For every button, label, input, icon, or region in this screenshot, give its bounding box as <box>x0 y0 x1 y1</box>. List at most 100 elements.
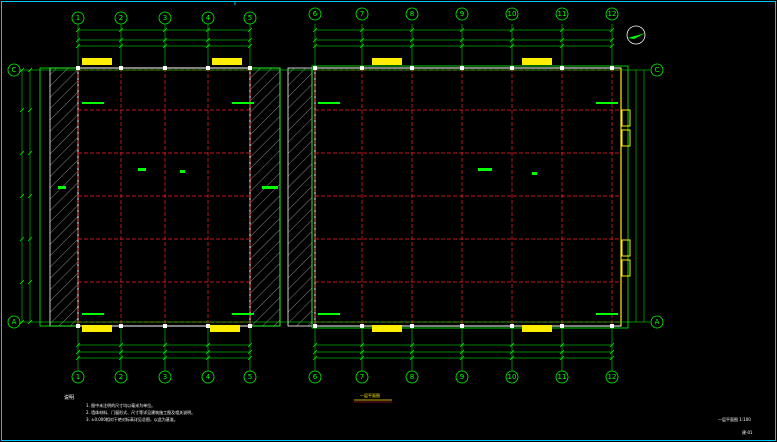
column-marker <box>460 324 464 328</box>
column-marker <box>76 324 80 328</box>
axis-bubble-label: 4 <box>206 14 211 22</box>
axis-bubble-label: 6 <box>313 373 318 381</box>
elev-tag-8 <box>596 313 618 315</box>
column-marker <box>163 324 167 328</box>
axis-bubble-label: 8 <box>410 10 414 18</box>
mid-hatch-zone <box>287 67 313 327</box>
axis-bubble-row-c-right: C <box>650 63 664 77</box>
axis-bubble-bottom-right: 8 <box>405 370 419 384</box>
axis-bubble-label: 5 <box>248 373 252 381</box>
column-marker <box>610 324 614 328</box>
right-building-outline <box>311 65 629 329</box>
axis-bubble-label: 2 <box>119 14 123 22</box>
axis-bubble-bottom-left: 2 <box>114 370 128 384</box>
left-hatch-zone-east <box>249 67 281 327</box>
elev-tag-4 <box>596 102 618 104</box>
marker-left <box>180 170 185 173</box>
axis-bubble-row-a-right: A <box>650 315 664 329</box>
axis-bubble-label: 9 <box>460 10 464 18</box>
axis-bubble-top-left: 1 <box>71 11 85 25</box>
axis-bubble-label: 8 <box>410 373 414 381</box>
axis-bubble-label: 5 <box>248 14 252 22</box>
axis-bubble-top-right: 8 <box>405 7 419 21</box>
axis-bubble-label: 11 <box>558 373 567 381</box>
axis-bubble-top-right: 7 <box>355 7 369 21</box>
elev-tag-2 <box>232 102 254 104</box>
right-building-inner-wall <box>314 67 622 327</box>
axis-bubble-bottom-right: 12 <box>605 370 619 384</box>
door-east-1 <box>621 109 631 127</box>
door-east-4 <box>621 259 631 277</box>
cad-floor-plan-drawing: 1 2 3 4 5 6 7 8 9 10 11 121 2 3 4 5 6 7 8 9 10 11 12CACA 说明 1.… <box>1 1 776 441</box>
axis-bubble-label: A <box>12 318 17 326</box>
column-marker <box>206 324 210 328</box>
page-ref: 建-01 <box>742 429 753 435</box>
axis-bubble-top-left: 4 <box>201 11 215 25</box>
axis-bubble-bottom-right: 9 <box>455 370 469 384</box>
axis-bubble-label: 2 <box>119 373 123 381</box>
column-marker <box>460 66 464 70</box>
left-building-inner-wall <box>77 67 251 327</box>
axis-bubble-label: 1 <box>76 373 80 381</box>
column-marker <box>119 66 123 70</box>
door-east-2 <box>621 129 631 147</box>
room-label-stair <box>262 186 278 189</box>
column-marker <box>560 66 564 70</box>
axis-bubble-top-left: 2 <box>114 11 128 25</box>
column-marker <box>206 66 210 70</box>
axis-bubble-top-right: 12 <box>605 7 619 21</box>
room-label-west <box>58 186 66 189</box>
window-top-1 <box>82 58 112 65</box>
column-marker <box>248 66 252 70</box>
window-bottom-2 <box>210 325 240 332</box>
elev-tag-3 <box>318 102 340 104</box>
column-marker <box>76 66 80 70</box>
column-marker <box>360 324 364 328</box>
axis-bubble-bottom-right: 6 <box>308 370 322 384</box>
note-line-2: 2. 墙体材料、门窗形式、尺寸等详见建筑施工图及相关说明。 <box>86 409 195 415</box>
elev-tag-1 <box>82 102 104 104</box>
window-bottom-1 <box>82 325 112 332</box>
axis-bubble-bottom-left: 5 <box>243 370 257 384</box>
column-marker <box>610 66 614 70</box>
axis-bubble-top-left: 3 <box>158 11 172 25</box>
sheet-title: 一层平面图 1:100 <box>718 416 751 422</box>
axis-bubble-top-right: 9 <box>455 7 469 21</box>
axis-bubble-row-a-left: A <box>7 315 21 329</box>
axis-bubble-label: 10 <box>508 373 517 381</box>
axis-grid <box>77 24 621 371</box>
elev-tag-6 <box>232 313 254 315</box>
room-label-left <box>138 168 146 171</box>
marker-right <box>532 172 537 175</box>
axis-bubble-bottom-right: 11 <box>555 370 569 384</box>
elev-tag-5 <box>82 313 104 315</box>
column-marker <box>360 66 364 70</box>
axis-bubble-label: 7 <box>360 10 364 18</box>
note-line-3: 3. ±0.000相对于绝对标高详见总图，以此为基准。 <box>86 416 178 422</box>
dimension-chains <box>19 27 645 361</box>
axis-bubble-bottom-left: 1 <box>71 370 85 384</box>
column-marker <box>163 66 167 70</box>
column-marker <box>248 324 252 328</box>
column-marker <box>410 66 414 70</box>
axis-bubble-label: 10 <box>508 10 517 18</box>
axis-bubble-bottom-left: 3 <box>158 370 172 384</box>
note-line-1: 1. 图中未注明的尺寸均以毫米为单位。 <box>86 402 155 408</box>
axis-bubble-bottom-right: 10 <box>505 370 519 384</box>
room-label-right <box>478 168 492 171</box>
axis-bubble-top-left: 5 <box>243 11 257 25</box>
window-top-2 <box>212 58 242 65</box>
axis-bubble-label: C <box>655 66 660 74</box>
axis-bubble-label: 12 <box>608 10 617 18</box>
north-arrow-icon <box>626 25 646 45</box>
axis-bubble-top-right: 6 <box>308 7 322 21</box>
axis-bubble-label: 3 <box>163 373 167 381</box>
column-marker <box>510 324 514 328</box>
axis-bubble-label: 7 <box>360 373 364 381</box>
axis-bubble-label: 9 <box>460 373 464 381</box>
column-marker <box>119 324 123 328</box>
left-hatch-zone-west <box>49 67 79 327</box>
elev-tag-7 <box>318 313 340 315</box>
axis-bubble-label: 4 <box>206 373 211 381</box>
window-bottom-3 <box>372 325 402 332</box>
